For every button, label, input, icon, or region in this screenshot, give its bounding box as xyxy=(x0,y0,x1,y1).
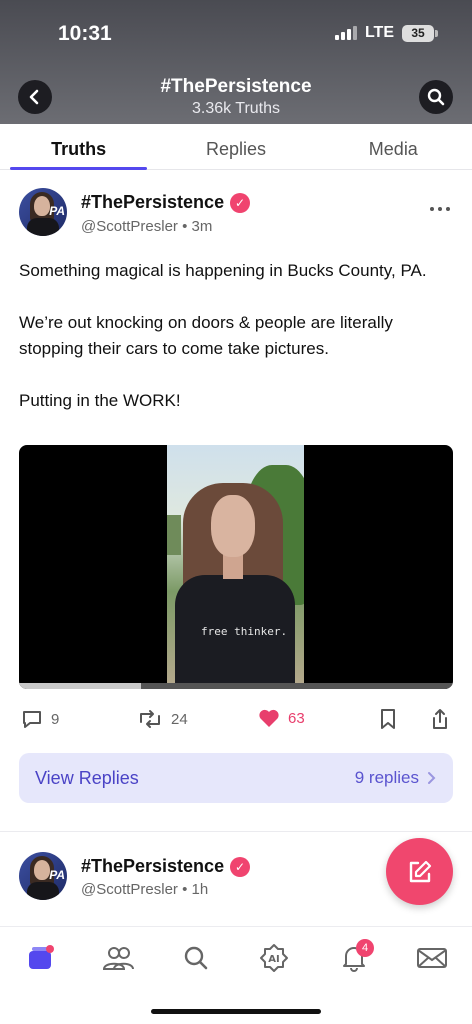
shirt-text: free thinker. xyxy=(201,625,288,638)
compose-button[interactable] xyxy=(386,838,453,905)
chevron-right-icon xyxy=(428,772,436,784)
replies-count: 9 replies xyxy=(354,768,419,787)
meta-separator: • xyxy=(182,881,188,898)
tab-replies[interactable]: Replies xyxy=(157,124,314,169)
nav-ai[interactable]: AI xyxy=(254,941,294,975)
ai-icon: AI xyxy=(260,944,288,972)
bookmark-action[interactable] xyxy=(379,708,397,730)
post-author[interactable]: #ThePersistence ✓ xyxy=(81,192,251,213)
network-label: LTE xyxy=(364,24,394,41)
status-indicators: LTE 35 xyxy=(334,24,438,42)
post-meta: @ScottPresler • 1h xyxy=(81,881,208,898)
avatar[interactable]: PA xyxy=(19,852,67,900)
search-button[interactable] xyxy=(419,80,453,114)
envelope-icon xyxy=(417,948,447,968)
bookmark-icon xyxy=(381,709,395,729)
battery-icon: 35 xyxy=(402,24,438,42)
nav-groups[interactable] xyxy=(98,941,138,975)
tab-bar: Truths Replies Media xyxy=(0,124,472,170)
post-paragraph: Putting in the WORK! xyxy=(19,391,181,410)
reply-count: 9 xyxy=(51,710,60,728)
comment-icon xyxy=(23,711,41,728)
compose-icon xyxy=(409,860,431,882)
nav-search[interactable] xyxy=(176,941,216,975)
post-paragraph: Something magical is happening in Bucks … xyxy=(19,261,427,280)
verified-icon: ✓ xyxy=(230,856,251,877)
video-frame: free thinker. xyxy=(167,445,304,689)
ai-label: AI xyxy=(268,954,279,965)
view-replies-label: View Replies xyxy=(35,767,139,788)
reply-action[interactable]: 9 xyxy=(21,708,59,730)
retruth-icon xyxy=(140,710,160,728)
like-count: 63 xyxy=(288,709,305,727)
search-icon xyxy=(427,88,445,106)
author-name: #ThePersistence xyxy=(81,856,225,876)
author-handle[interactable]: @ScottPresler xyxy=(81,218,178,235)
bottom-nav: AI 4 xyxy=(0,926,472,1024)
video-progress-bar[interactable] xyxy=(19,683,453,689)
nav-home[interactable] xyxy=(20,941,60,975)
avatar-badge-text: PA xyxy=(49,204,65,218)
truth-count: 3.36k Truths xyxy=(191,100,281,117)
page-title: #ThePersistence xyxy=(160,76,312,97)
people-icon xyxy=(102,947,134,970)
avatar[interactable]: PA xyxy=(19,188,67,236)
post-author[interactable]: #ThePersistence ✓ xyxy=(81,856,251,877)
post-paragraph: We’re out knocking on doors & people are… xyxy=(19,313,393,358)
search-icon xyxy=(184,946,208,970)
post-body: Something magical is happening in Bucks … xyxy=(19,258,459,440)
post-time: 3m xyxy=(191,218,213,235)
more-options-icon[interactable] xyxy=(430,207,450,211)
nav-notifications[interactable]: 4 xyxy=(334,939,374,975)
signal-icon xyxy=(334,26,357,40)
retruth-action[interactable]: 24 xyxy=(137,708,188,730)
like-action[interactable]: 63 xyxy=(258,708,305,728)
share-action[interactable] xyxy=(430,708,450,730)
top-header: 10:31 LTE 35 #ThePersistence 3.36k Truth… xyxy=(0,0,472,124)
post-time: 1h xyxy=(191,881,209,898)
video-progress-fill xyxy=(19,683,141,689)
avatar-badge-text: PA xyxy=(49,868,65,882)
author-handle[interactable]: @ScottPresler xyxy=(81,881,178,898)
share-icon xyxy=(433,709,447,729)
nav-messages[interactable] xyxy=(412,941,452,975)
video-player[interactable]: free thinker. xyxy=(19,445,453,689)
tab-truths[interactable]: Truths xyxy=(0,124,157,170)
post-meta: @ScottPresler • 3m xyxy=(81,218,212,235)
meta-separator: • xyxy=(182,218,188,235)
notifications-badge: 4 xyxy=(356,939,374,957)
home-indicator xyxy=(151,1009,321,1014)
tab-media[interactable]: Media xyxy=(315,124,472,169)
post-divider xyxy=(0,831,472,832)
verified-icon: ✓ xyxy=(230,192,251,213)
heart-icon xyxy=(259,709,279,727)
home-feed-icon xyxy=(29,945,54,969)
author-name: #ThePersistence xyxy=(81,192,225,212)
retruth-count: 24 xyxy=(171,710,188,728)
status-time: 10:31 xyxy=(58,22,112,45)
view-replies-button[interactable]: View Replies 9 replies xyxy=(19,753,453,803)
